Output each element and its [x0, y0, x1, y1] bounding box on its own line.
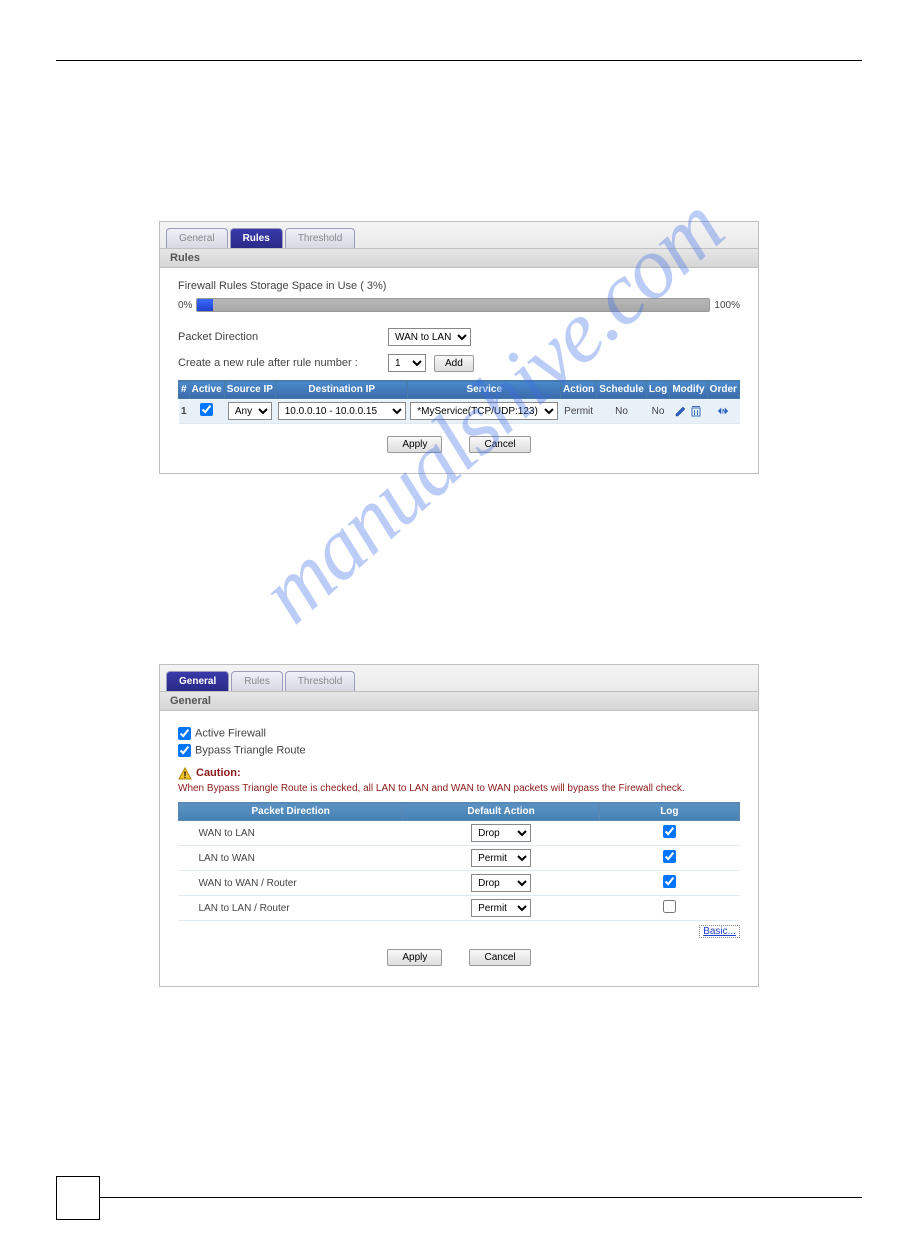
rule-number-select[interactable]: 1: [388, 354, 426, 372]
log-checkbox-2[interactable]: [663, 875, 676, 888]
add-button[interactable]: Add: [434, 355, 474, 372]
dir-cell: LAN to WAN: [179, 846, 403, 871]
direction-table: Packet Direction Default Action Log WAN …: [178, 802, 740, 921]
col-schedule: Schedule: [597, 381, 647, 399]
col-num: #: [179, 381, 190, 399]
cell-service: *MyService(TCP/UDP:123): [408, 399, 561, 424]
rules-section-header: Rules: [160, 248, 758, 268]
table-row: WAN to WAN / Router Drop: [179, 871, 740, 896]
dstip-select[interactable]: 10.0.0.10 - 10.0.0.15: [278, 402, 406, 420]
caution-title: Caution:: [196, 767, 241, 779]
log-checkbox-1[interactable]: [663, 850, 676, 863]
general-section-header: General: [160, 691, 758, 711]
svg-text:!: !: [184, 770, 187, 780]
col-log2: Log: [599, 803, 739, 821]
tabs-bar-1: General Rules Threshold: [160, 222, 758, 248]
cell-num: 1: [179, 399, 190, 424]
pct-left: 0%: [178, 300, 192, 311]
srcip-select[interactable]: Any: [228, 402, 272, 420]
apply-button[interactable]: Apply: [387, 436, 442, 453]
table-row: LAN to LAN / Router Permit: [179, 896, 740, 921]
col-order: Order: [707, 381, 739, 399]
col-active: Active: [189, 381, 224, 399]
log-checkbox-0[interactable]: [663, 825, 676, 838]
general-panel: General Rules Threshold General Active F…: [159, 664, 759, 987]
cell-active: [189, 399, 224, 424]
cell-dstip: 10.0.0.10 - 10.0.0.15: [276, 399, 408, 424]
tab-rules[interactable]: Rules: [230, 228, 283, 248]
basic-link[interactable]: Basic...: [699, 925, 740, 938]
active-firewall-checkbox[interactable]: [178, 727, 191, 740]
rules-table: # Active Source IP Destination IP Servic…: [178, 380, 740, 424]
cell-log: No: [646, 399, 669, 424]
pct-right: 100%: [714, 300, 740, 311]
col-service: Service: [408, 381, 561, 399]
action-select-1[interactable]: Permit: [471, 849, 531, 867]
table-row: LAN to WAN Permit: [179, 846, 740, 871]
create-rule-label: Create a new rule after rule number :: [178, 357, 388, 369]
service-select[interactable]: *MyService(TCP/UDP:123): [410, 402, 558, 420]
page-bottom-divider: [100, 1197, 862, 1198]
move-icon[interactable]: N: [717, 405, 729, 417]
tab-general-2[interactable]: General: [166, 671, 229, 691]
svg-text:N: N: [722, 410, 726, 416]
cell-modify: [670, 399, 707, 424]
col-modify: Modify: [670, 381, 707, 399]
tab-general[interactable]: General: [166, 228, 228, 248]
packet-direction-select[interactable]: WAN to LAN: [388, 328, 471, 346]
action-select-2[interactable]: Drop: [471, 874, 531, 892]
dir-cell: WAN to LAN: [179, 821, 403, 846]
cell-order: N: [707, 399, 739, 424]
cancel-button[interactable]: Cancel: [469, 436, 530, 453]
page-top-divider: [56, 60, 862, 61]
col-log: Log: [646, 381, 669, 399]
dir-cell: LAN to LAN / Router: [179, 896, 403, 921]
bypass-triangle-checkbox[interactable]: [178, 744, 191, 757]
cell-action: Permit: [561, 399, 597, 424]
storage-bar-fill: [197, 299, 212, 311]
cell-srcip: Any: [224, 399, 275, 424]
edit-icon[interactable]: [675, 405, 687, 417]
active-firewall-label: Active Firewall: [195, 727, 266, 739]
tab-rules-2[interactable]: Rules: [231, 671, 283, 691]
dir-cell: WAN to WAN / Router: [179, 871, 403, 896]
rules-panel: General Rules Threshold Rules Firewall R…: [159, 221, 759, 474]
col-action: Action: [561, 381, 597, 399]
tab-threshold-2[interactable]: Threshold: [285, 671, 355, 691]
caution-text: When Bypass Triangle Route is checked, a…: [178, 783, 740, 794]
table-row: 1 Any 10.0.0.10 - 10.0.0.15 *MyService(T…: [179, 399, 740, 424]
cell-schedule: No: [597, 399, 647, 424]
page-number-box: [56, 1176, 100, 1220]
delete-icon[interactable]: [690, 405, 702, 417]
col-srcip: Source IP: [224, 381, 275, 399]
tabs-bar-2: General Rules Threshold: [160, 665, 758, 691]
bypass-triangle-label: Bypass Triangle Route: [195, 744, 306, 756]
cancel-button-2[interactable]: Cancel: [469, 949, 530, 966]
col-defaction: Default Action: [403, 803, 599, 821]
col-dstip: Destination IP: [276, 381, 408, 399]
warning-icon: !: [178, 767, 192, 781]
tab-threshold[interactable]: Threshold: [285, 228, 355, 248]
col-dir: Packet Direction: [179, 803, 403, 821]
action-select-0[interactable]: Drop: [471, 824, 531, 842]
log-checkbox-3[interactable]: [663, 900, 676, 913]
packet-direction-label: Packet Direction: [178, 331, 388, 343]
active-checkbox[interactable]: [200, 403, 213, 416]
table-row: WAN to LAN Drop: [179, 821, 740, 846]
storage-label: Firewall Rules Storage Space in Use ( 3%…: [178, 280, 740, 292]
action-select-3[interactable]: Permit: [471, 899, 531, 917]
storage-bar: [196, 298, 710, 312]
apply-button-2[interactable]: Apply: [387, 949, 442, 966]
